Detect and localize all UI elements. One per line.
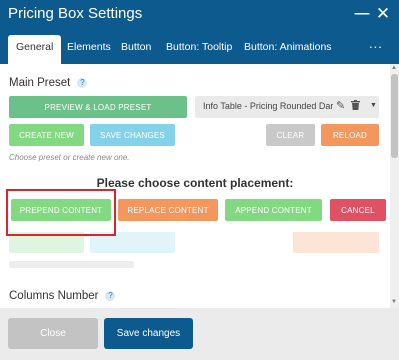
title-bar: Pricing Box Settings — ✕ <box>0 0 399 30</box>
scroll-down-icon[interactable]: ▼ <box>391 299 397 305</box>
create-new-button[interactable]: CREATE NEW <box>9 124 84 146</box>
preset-hint: Choose preset or create new one. <box>9 153 130 162</box>
faded-hint-text <box>9 261 134 268</box>
tab-bar: General Elements Button Button: Tooltip … <box>0 30 399 64</box>
save-changes-preset-button[interactable]: SAVE CHANGES <box>90 124 175 146</box>
close-icon[interactable]: ✕ <box>375 5 391 23</box>
main-preset-label-text: Main Preset <box>9 77 71 89</box>
preview-load-preset-button[interactable]: PREVIEW & LOAD PRESET <box>9 96 187 118</box>
placement-title: Please choose content placement: <box>96 176 294 190</box>
scrollbar[interactable]: ▲ ▼ <box>390 64 399 308</box>
main-preset-label: Main Preset? <box>9 77 88 89</box>
chevron-down-icon[interactable]: ▼ <box>370 102 377 109</box>
preset-select[interactable]: Info Table - Pricing Rounded Dark ✎ ▼ <box>195 96 379 118</box>
preset-select-value: Info Table - Pricing Rounded Dark <box>203 101 333 111</box>
tab-button[interactable]: Button <box>121 41 151 53</box>
faded-reload-button <box>293 231 379 253</box>
selection-highlight <box>6 189 116 236</box>
columns-number-label-text: Columns Number <box>9 290 99 302</box>
close-button[interactable]: Close <box>8 318 98 349</box>
reload-button[interactable]: RELOAD <box>321 124 379 146</box>
minimize-icon[interactable]: — <box>354 5 370 23</box>
trash-icon[interactable] <box>351 100 360 113</box>
help-icon[interactable]: ? <box>77 78 88 88</box>
more-tabs-icon[interactable]: ... <box>369 36 383 51</box>
window-title: Pricing Box Settings <box>8 5 143 22</box>
tab-button-animations[interactable]: Button: Animations <box>244 41 332 53</box>
replace-content-button[interactable]: REPLACE CONTENT <box>118 199 218 221</box>
columns-number-label: Columns Number? <box>9 290 116 302</box>
columns-help-icon[interactable]: ? <box>105 291 116 301</box>
clear-button[interactable]: CLEAR <box>266 124 315 146</box>
pencil-icon[interactable]: ✎ <box>336 99 345 112</box>
append-content-button[interactable]: APPEND CONTENT <box>225 199 322 221</box>
dialog-footer: Close Save changes <box>0 308 399 360</box>
scroll-up-icon[interactable]: ▲ <box>391 65 397 71</box>
tab-elements[interactable]: Elements <box>67 41 111 53</box>
tab-general[interactable]: General <box>8 35 62 64</box>
scroll-thumb[interactable] <box>391 74 398 158</box>
cancel-button[interactable]: CANCEL <box>330 199 386 221</box>
tab-button-tooltip[interactable]: Button: Tooltip <box>166 41 232 53</box>
save-changes-button[interactable]: Save changes <box>104 318 193 349</box>
